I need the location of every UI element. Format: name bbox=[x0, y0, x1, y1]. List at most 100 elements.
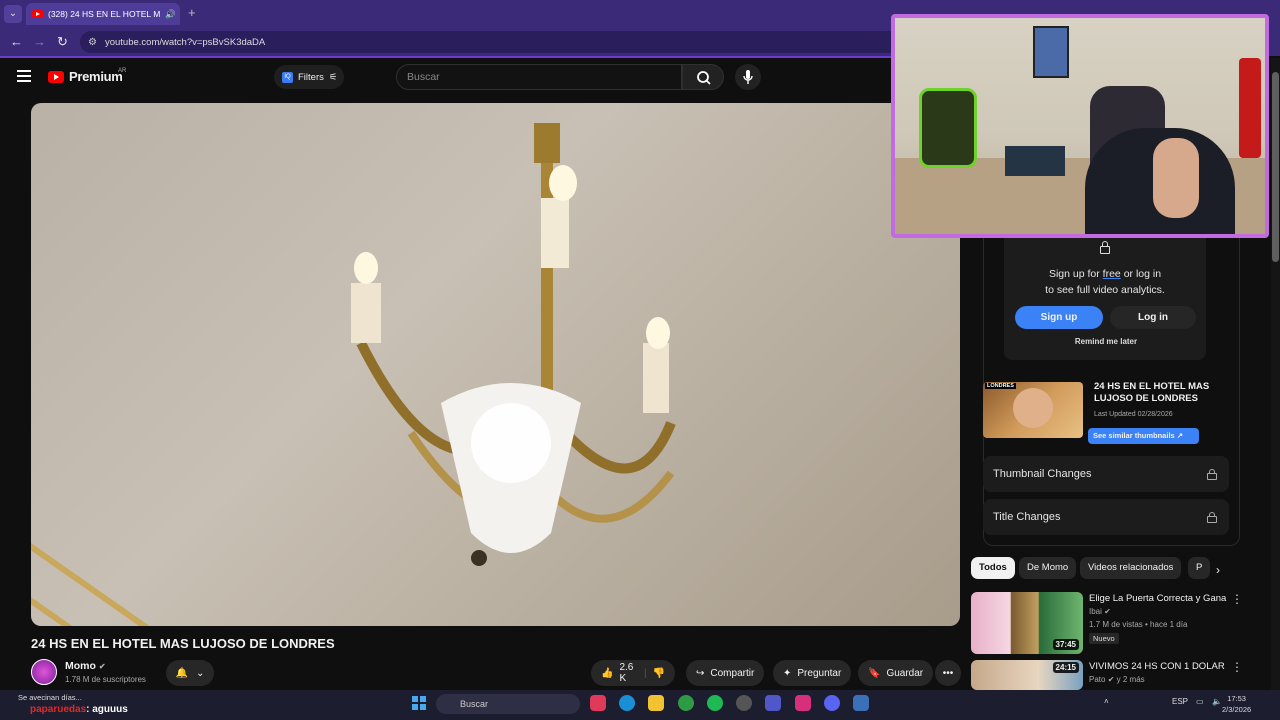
edge-icon[interactable] bbox=[619, 695, 635, 711]
tab-list-chevron-icon[interactable]: ⌄ bbox=[4, 5, 22, 23]
recommendation-thumbnail[interactable]: 37:45 bbox=[971, 592, 1083, 654]
channel-avatar[interactable] bbox=[31, 659, 57, 685]
sliders-icon: ⚟ bbox=[328, 71, 338, 83]
shield-icon[interactable] bbox=[853, 695, 869, 711]
region-code: AR bbox=[118, 68, 127, 74]
recommendation-thumbnail[interactable]: 24:15 bbox=[971, 660, 1083, 690]
language-indicator[interactable]: ESP bbox=[1172, 697, 1188, 706]
forward-icon[interactable]: → bbox=[33, 34, 46, 49]
verified-icon: ✔ bbox=[1104, 607, 1111, 616]
subscription-bell-button[interactable]: 🔔 ⌄ bbox=[166, 660, 214, 686]
recommendation-title[interactable]: VIVIMOS 24 HS CON 1 DOLAR bbox=[1089, 661, 1229, 673]
monitor bbox=[1005, 146, 1065, 176]
free-link[interactable]: free bbox=[1103, 268, 1121, 280]
volume-icon[interactable]: 🔈 bbox=[1212, 697, 1222, 706]
share-label: Compartir bbox=[710, 667, 755, 679]
search-input[interactable]: Buscar bbox=[396, 64, 682, 90]
video-player[interactable] bbox=[31, 103, 960, 626]
verified-icon: ✔ bbox=[1107, 675, 1115, 684]
discord-icon[interactable] bbox=[824, 695, 840, 711]
folder-icon[interactable] bbox=[648, 695, 664, 711]
menu-icon[interactable] bbox=[17, 70, 31, 85]
chip-videos-relacionados[interactable]: Videos relacionados bbox=[1080, 557, 1182, 579]
chip-truncated[interactable]: P bbox=[1188, 557, 1210, 579]
webcam-overlay bbox=[891, 14, 1269, 238]
lock-icon bbox=[1207, 512, 1217, 523]
site-info-icon[interactable]: ⚙ bbox=[88, 37, 97, 48]
card-video-title: 24 HS EN EL HOTEL MAS LUJOSO DE LONDRES bbox=[1094, 381, 1210, 404]
back-icon[interactable]: ← bbox=[10, 34, 23, 49]
more-vertical-icon[interactable]: ⋮ bbox=[1231, 592, 1243, 606]
chip-todos[interactable]: Todos bbox=[971, 557, 1015, 579]
remind-later-link[interactable]: Remind me later bbox=[1040, 337, 1172, 346]
video-thumbnail-card[interactable]: LONDRES bbox=[983, 382, 1083, 438]
share-button[interactable]: ↪ Compartir bbox=[686, 660, 765, 686]
network-icon[interactable]: ▭ bbox=[1196, 697, 1204, 706]
chat-message: paparuedas: aguuus bbox=[30, 704, 128, 715]
notification-text: Se avecinan días... bbox=[18, 693, 82, 702]
instagram-icon[interactable] bbox=[795, 695, 811, 711]
url-text: youtube.com/watch?v=psBvSK3daDA bbox=[104, 36, 266, 48]
lock-icon bbox=[1207, 469, 1217, 480]
thumbnail-tag: LONDRES bbox=[985, 383, 1016, 389]
chevron-right-icon[interactable]: › bbox=[1216, 563, 1220, 577]
subscriber-count: 1.78 M de suscriptores bbox=[65, 675, 146, 684]
scrollbar-thumb[interactable] bbox=[1272, 72, 1279, 262]
spotify-icon[interactable] bbox=[707, 695, 723, 711]
browser-tab-youtube[interactable]: (328) 24 HS EN EL HOTEL M 🔊 ✕ bbox=[26, 3, 180, 25]
like-count[interactable]: 2.6 K bbox=[619, 662, 637, 684]
speaker-icon[interactable]: 🔊 bbox=[165, 9, 176, 20]
chip-de-momo[interactable]: De Momo bbox=[1019, 557, 1077, 579]
chevron-down-icon: ⌄ bbox=[196, 667, 205, 679]
recommendation-channel[interactable]: Pato ✔ y 2 más bbox=[1089, 675, 1145, 684]
bell-icon: 🔔 bbox=[175, 667, 189, 679]
title-changes-row[interactable]: Title Changes bbox=[983, 499, 1229, 535]
system-clock[interactable]: 17:53 2/3/2026 bbox=[1222, 693, 1251, 715]
more-actions-button[interactable]: ••• bbox=[935, 660, 961, 686]
thumbnail-changes-row[interactable]: Thumbnail Changes bbox=[983, 456, 1229, 492]
more-vertical-icon[interactable]: ⋮ bbox=[1231, 660, 1243, 674]
address-bar[interactable]: ⚙ youtube.com/watch?v=psBvSK3daDA bbox=[80, 31, 900, 53]
similar-thumbnails-button[interactable]: See similar thumbnails ↗ bbox=[1088, 428, 1199, 444]
save-button[interactable]: 🔖 Guardar bbox=[858, 660, 934, 686]
streamer-face bbox=[1153, 138, 1199, 218]
ask-button[interactable]: ✦ Preguntar bbox=[773, 660, 852, 686]
login-button[interactable]: Log in bbox=[1110, 306, 1196, 329]
windows-start-icon[interactable] bbox=[412, 696, 426, 710]
lock-icon bbox=[1100, 241, 1110, 255]
dislike-icon[interactable]: 👎 bbox=[653, 668, 665, 679]
bookmark-icon: 🔖 bbox=[868, 667, 881, 679]
channel-name[interactable]: Momo ✔ bbox=[65, 660, 106, 672]
youtube-logo[interactable]: Premium bbox=[48, 69, 123, 84]
video-title: 24 HS EN EL HOTEL MAS LUJOSO DE LONDRES bbox=[31, 636, 335, 651]
video-duration: 24:15 bbox=[1052, 662, 1079, 673]
external-link-icon: ↗ bbox=[1176, 431, 1184, 440]
like-icon[interactable]: 👍 bbox=[601, 668, 613, 679]
recommendation-title[interactable]: Elige La Puerta Correcta y Gana bbox=[1089, 593, 1229, 605]
taskbar-search[interactable]: Buscar bbox=[436, 694, 580, 714]
ask-label: Preguntar bbox=[797, 667, 842, 679]
logo-text: Premium bbox=[69, 69, 123, 84]
recommendation-channel[interactable]: Ibai ✔ bbox=[1089, 607, 1111, 616]
search-button[interactable] bbox=[682, 64, 724, 90]
signup-button[interactable]: Sign up bbox=[1015, 306, 1103, 329]
filters-button[interactable]: IQ Filters ⚟ bbox=[274, 65, 344, 89]
like-dislike-group: 👍 2.6 K | 👎 bbox=[591, 660, 675, 686]
new-tab-icon[interactable]: + bbox=[188, 5, 196, 20]
share-icon: ↪ bbox=[696, 667, 705, 679]
wall-poster bbox=[1033, 26, 1069, 78]
microphone bbox=[1239, 58, 1261, 158]
tiktok-icon[interactable] bbox=[590, 695, 606, 711]
green-gaming-chair bbox=[919, 88, 977, 168]
video-duration: 37:45 bbox=[1052, 639, 1079, 650]
teams-icon[interactable] bbox=[765, 695, 781, 711]
reload-icon[interactable]: ↻ bbox=[57, 34, 68, 50]
search-icon bbox=[697, 71, 711, 85]
youtube-logo-icon bbox=[48, 70, 64, 83]
tray-chevron-icon[interactable]: ˄ bbox=[1104, 697, 1109, 706]
chrome-icon[interactable] bbox=[678, 695, 694, 711]
divider: | bbox=[643, 667, 647, 679]
steam-icon[interactable] bbox=[736, 695, 752, 711]
voice-search-button[interactable] bbox=[735, 64, 761, 90]
page-scrollbar[interactable] bbox=[1271, 58, 1280, 690]
